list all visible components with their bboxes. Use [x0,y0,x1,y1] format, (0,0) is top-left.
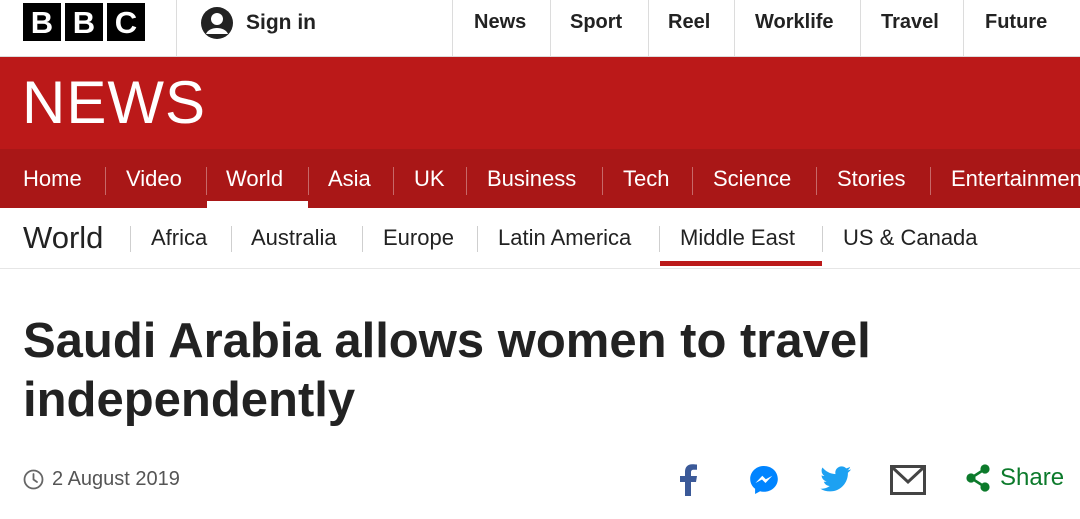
nav-item-business[interactable]: Business [487,149,576,208]
subnav-divider [130,226,131,252]
article-headline: Saudi Arabia allows women to travel inde… [23,314,871,427]
bbc-logo[interactable]: B B C [23,3,145,41]
twitter-icon [820,466,851,492]
nav-item-world[interactable]: World [226,149,283,208]
divider [963,0,964,56]
user-icon [201,7,233,39]
share-button[interactable]: Share [965,464,1064,492]
nav-divider [393,167,394,195]
primary-nav: Home Video World Asia UK Business Tech S… [0,149,1080,208]
subnav-divider [231,226,232,252]
topnav-news[interactable]: News [474,0,526,44]
topnav-worklife[interactable]: Worklife [755,0,834,44]
news-wordmark[interactable]: NEWS [22,73,206,133]
share-label: Share [1000,464,1065,491]
subnav-item-australia[interactable]: Australia [251,225,337,251]
nav-item-video[interactable]: Video [126,149,182,208]
subnav-item-africa[interactable]: Africa [151,225,207,251]
nav-divider [816,167,817,195]
subnav-divider [659,226,660,252]
topnav-future[interactable]: Future [985,0,1047,44]
subnav-divider [822,226,823,252]
nav-divider [206,167,207,195]
nav-item-science[interactable]: Science [713,149,791,208]
divider [860,0,861,56]
divider [734,0,735,56]
logo-letter: B [65,3,103,41]
divider [452,0,453,56]
article-dateline: 2 August 2019 [23,468,180,491]
nav-divider [105,167,106,195]
article-date: 2 August 2019 [52,468,180,490]
sign-in-link[interactable]: Sign in [200,4,316,42]
topnav-reel[interactable]: Reel [668,0,710,44]
nav-item-stories[interactable]: Stories [837,149,905,208]
subnav-item-europe[interactable]: Europe [383,225,454,251]
messenger-icon [750,466,778,494]
nav-divider [308,167,309,195]
messenger-share-button[interactable] [746,462,782,498]
secondary-nav: World Africa Australia Europe Latin Amer… [0,208,1080,269]
top-bar: B B C Sign in News Sport Reel Worklife T… [0,0,1080,57]
logo-letter: C [107,3,145,41]
nav-divider [930,167,931,195]
section-title[interactable]: World [23,220,103,256]
email-icon [890,465,926,495]
nav-divider [692,167,693,195]
subnav-divider [362,226,363,252]
twitter-share-button[interactable] [818,462,854,498]
nav-divider [602,167,603,195]
subnav-item-middle-east[interactable]: Middle East [680,225,795,251]
nav-item-tech[interactable]: Tech [623,149,669,208]
topnav-sport[interactable]: Sport [570,0,622,44]
topnav-travel[interactable]: Travel [881,0,939,44]
nav-divider [466,167,467,195]
nav-item-asia[interactable]: Asia [328,149,371,208]
divider [550,0,551,56]
facebook-icon [680,464,697,496]
nav-item-uk[interactable]: UK [414,149,445,208]
sign-in-label: Sign in [246,11,316,34]
subnav-item-latin-america[interactable]: Latin America [498,225,631,251]
email-share-button[interactable] [890,462,926,498]
active-nav-indicator [207,201,308,208]
clock-icon [23,469,44,490]
divider [648,0,649,56]
logo-letter: B [23,3,61,41]
news-banner: NEWS [0,57,1080,149]
facebook-share-button[interactable] [670,462,706,498]
share-icon [966,464,990,492]
divider [176,0,177,56]
nav-item-entertainment[interactable]: Entertainment & Arts [951,149,1080,208]
subnav-item-us-canada[interactable]: US & Canada [843,225,978,251]
subnav-divider [477,226,478,252]
nav-item-home[interactable]: Home [23,149,82,208]
active-subnav-indicator [660,261,822,266]
